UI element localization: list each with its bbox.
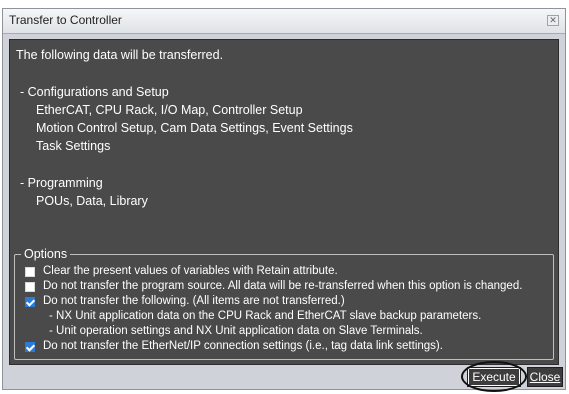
option-label: Do not transfer the program source. All … [43, 280, 523, 292]
option-checkbox-no-transfer-following[interactable] [25, 297, 35, 307]
intro-text: The following data will be transferred. [16, 48, 224, 62]
close-button-label: Close [529, 370, 561, 384]
option-checkbox-clear-retain[interactable] [25, 267, 35, 277]
option-label: Do not transfer the EtherNet/IP connecti… [43, 340, 443, 352]
section-line: POUs, Data, Library [36, 194, 148, 208]
section-heading-config: - Configurations and Setup [20, 85, 169, 99]
execute-button[interactable]: Execute [467, 367, 521, 387]
option-label: Do not transfer the following. (All item… [43, 295, 345, 307]
section-line: Motion Control Setup, Cam Data Settings,… [36, 121, 353, 135]
section-heading-programming: - Programming [20, 176, 103, 190]
close-icon[interactable]: ✕ [547, 15, 559, 26]
option-sub-line: - Unit operation settings and NX Unit ap… [49, 325, 423, 337]
window-title: Transfer to Controller [9, 13, 122, 27]
content-panel: The following data will be transferred. … [9, 39, 559, 365]
option-label: Clear the present values of variables wi… [43, 265, 338, 277]
option-sub-line: - NX Unit application data on the CPU Ra… [49, 310, 482, 322]
section-line: EtherCAT, CPU Rack, I/O Map, Controller … [36, 103, 303, 117]
transfer-dialog: Transfer to Controller ✕ The following d… [2, 8, 566, 392]
close-button[interactable]: Close [527, 367, 563, 387]
option-checkbox-no-program-source[interactable] [25, 282, 35, 292]
options-legend: Options [21, 247, 71, 261]
title-bar: Transfer to Controller ✕ [3, 9, 565, 34]
option-checkbox-no-ethernetip[interactable] [25, 342, 35, 352]
options-group: Options Clear the present values of vari… [14, 247, 554, 360]
section-line: Task Settings [36, 139, 111, 153]
